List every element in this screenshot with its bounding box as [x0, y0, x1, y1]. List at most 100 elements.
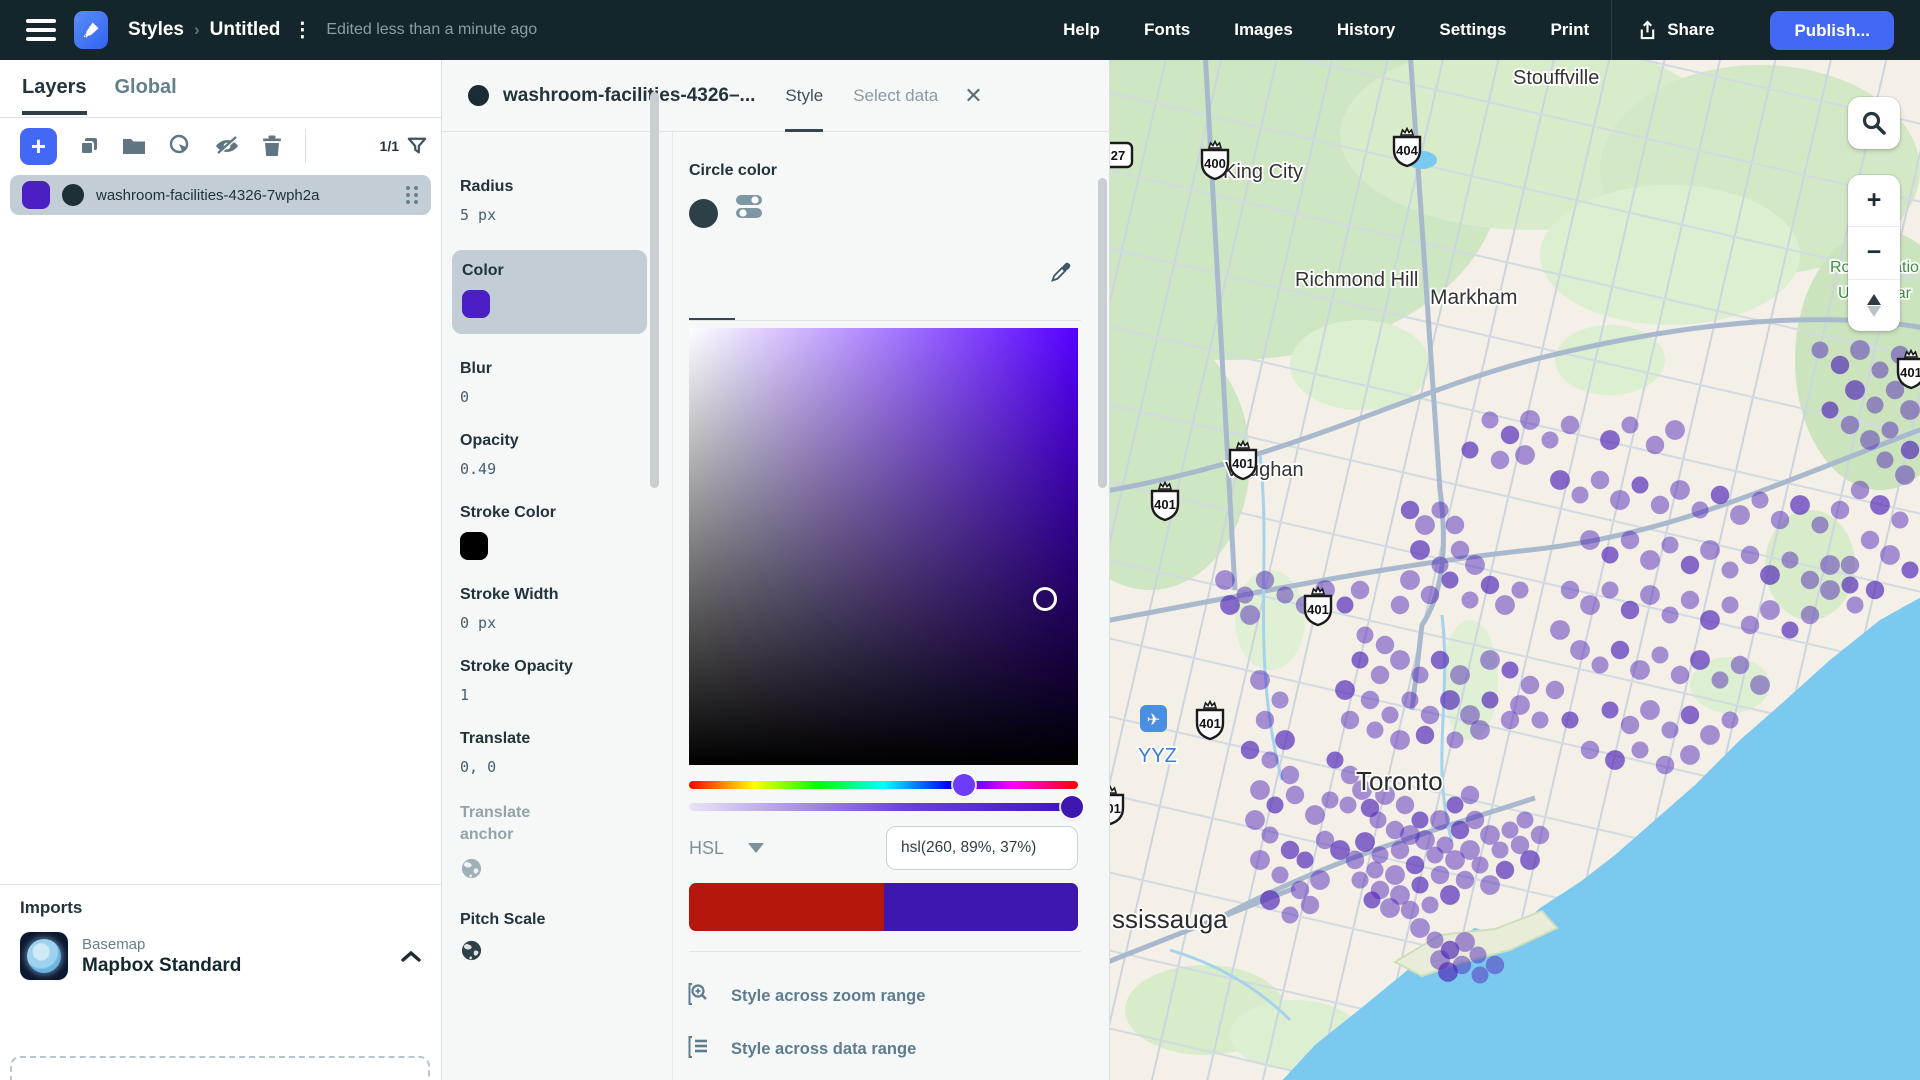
- washroom-dot[interactable]: [1367, 722, 1384, 739]
- washroom-dot[interactable]: [1390, 730, 1410, 750]
- washroom-dot[interactable]: [1895, 465, 1915, 485]
- washroom-dot[interactable]: [1845, 380, 1865, 400]
- washroom-dot[interactable]: [1646, 436, 1664, 454]
- washroom-dot[interactable]: [1681, 706, 1699, 724]
- washroom-dot[interactable]: [1297, 852, 1314, 869]
- washroom-dot[interactable]: [1461, 786, 1479, 804]
- washroom-dot[interactable]: [1352, 652, 1369, 669]
- washroom-dot[interactable]: [1822, 402, 1839, 419]
- washroom-dot[interactable]: [1337, 597, 1354, 614]
- washroom-dot[interactable]: [1256, 711, 1274, 729]
- washroom-dot[interactable]: [1662, 537, 1679, 554]
- washroom-dot[interactable]: [1491, 451, 1509, 469]
- washroom-dot[interactable]: [1455, 932, 1475, 952]
- washroom-dot[interactable]: [1731, 656, 1749, 674]
- eyedropper-icon[interactable]: [1045, 258, 1075, 293]
- washroom-dot[interactable]: [1262, 752, 1279, 769]
- washroom-dot[interactable]: [1310, 870, 1330, 890]
- tab-global[interactable]: Global: [115, 76, 177, 115]
- washroom-dot[interactable]: [1415, 515, 1435, 535]
- washroom-dot[interactable]: [1546, 681, 1564, 699]
- washroom-dot[interactable]: [1492, 842, 1509, 859]
- washroom-dot[interactable]: [1741, 616, 1759, 634]
- washroom-dot[interactable]: [1760, 565, 1780, 585]
- add-layer-button[interactable]: +: [20, 128, 57, 165]
- component-sliders-tab-icon[interactable]: [734, 191, 766, 228]
- washroom-dot[interactable]: [1820, 555, 1840, 575]
- washroom-dot[interactable]: [1262, 827, 1279, 844]
- washroom-dot[interactable]: [1602, 702, 1619, 719]
- washroom-dot[interactable]: [1690, 650, 1710, 670]
- property-opacity[interactable]: Opacity0.49: [460, 432, 672, 478]
- washroom-dot[interactable]: [1502, 662, 1519, 679]
- washroom-dot[interactable]: [1671, 666, 1689, 684]
- property-radius[interactable]: Radius5 px: [460, 178, 672, 224]
- washroom-dot[interactable]: [1662, 722, 1679, 739]
- washroom-dot[interactable]: [1662, 607, 1679, 624]
- menu-icon[interactable]: [26, 19, 56, 41]
- washroom-dot[interactable]: [1592, 657, 1609, 674]
- washroom-dot[interactable]: [1561, 581, 1579, 599]
- washroom-dot[interactable]: [1850, 340, 1870, 360]
- washroom-dot[interactable]: [1415, 830, 1435, 850]
- washroom-dot[interactable]: [1656, 756, 1674, 774]
- washroom-dot[interactable]: [1532, 712, 1549, 729]
- washroom-dot[interactable]: [1220, 595, 1240, 615]
- washroom-dot[interactable]: [1510, 695, 1530, 715]
- hide-layer-eye-off-icon[interactable]: [213, 134, 241, 158]
- washroom-dot[interactable]: [1651, 496, 1669, 514]
- select-on-map-icon[interactable]: [167, 133, 193, 159]
- washroom-dot[interactable]: [1512, 582, 1529, 599]
- washroom-dot[interactable]: [1385, 865, 1405, 885]
- washroom-dot[interactable]: [1521, 676, 1539, 694]
- washroom-dot[interactable]: [1892, 512, 1909, 529]
- washroom-dot[interactable]: [1451, 821, 1469, 839]
- washroom-dot[interactable]: [1496, 861, 1514, 879]
- washroom-dot[interactable]: [1450, 665, 1470, 685]
- washroom-dot[interactable]: [1680, 745, 1700, 765]
- drag-handle-icon[interactable]: [406, 186, 419, 204]
- tab-layers[interactable]: Layers: [22, 76, 87, 115]
- saturation-brightness-picker[interactable]: [689, 328, 1078, 765]
- washroom-dot[interactable]: [1396, 796, 1414, 814]
- washroom-dot[interactable]: [1382, 707, 1399, 724]
- washroom-dot[interactable]: [1301, 896, 1319, 914]
- washroom-dot[interactable]: [1741, 546, 1759, 564]
- washroom-dot[interactable]: [1275, 730, 1295, 750]
- washroom-dot[interactable]: [1502, 822, 1519, 839]
- style-across-zoom-range[interactable]: Style across zoom range: [687, 970, 1079, 1023]
- washroom-dot[interactable]: [1250, 780, 1270, 800]
- washroom-dot[interactable]: [1640, 700, 1660, 720]
- washroom-dot[interactable]: [1722, 562, 1739, 579]
- washroom-dot[interactable]: [1750, 675, 1770, 695]
- washroom-dot[interactable]: [1482, 412, 1499, 429]
- nav-settings[interactable]: Settings: [1439, 20, 1506, 40]
- alpha-slider[interactable]: [689, 803, 1078, 811]
- washroom-dot[interactable]: [1867, 397, 1884, 414]
- nav-print[interactable]: Print: [1550, 20, 1589, 40]
- washroom-dot[interactable]: [1371, 666, 1389, 684]
- washroom-dot[interactable]: [1447, 732, 1464, 749]
- washroom-dot[interactable]: [1812, 342, 1829, 359]
- washroom-dot[interactable]: [1730, 505, 1750, 525]
- style-across-data-range[interactable]: Style across data range: [687, 1023, 1079, 1076]
- washroom-dot[interactable]: [1801, 606, 1819, 624]
- washroom-dot[interactable]: [1401, 901, 1419, 919]
- washroom-dot[interactable]: [1901, 441, 1919, 459]
- washroom-dot[interactable]: [1341, 711, 1359, 729]
- washroom-dot[interactable]: [1801, 571, 1819, 589]
- washroom-dot[interactable]: [1692, 502, 1709, 519]
- washroom-dot[interactable]: [1550, 470, 1570, 490]
- washroom-dot[interactable]: [1782, 622, 1799, 639]
- washroom-dot[interactable]: [1482, 692, 1499, 709]
- washroom-dot[interactable]: [1401, 501, 1419, 519]
- delete-layer-trash-icon[interactable]: [261, 134, 283, 158]
- washroom-dot[interactable]: [1410, 540, 1430, 560]
- washroom-dot[interactable]: [1632, 477, 1649, 494]
- washroom-dot[interactable]: [1437, 837, 1454, 854]
- washroom-dot[interactable]: [1820, 580, 1840, 600]
- washroom-dot[interactable]: [1486, 956, 1504, 974]
- washroom-dot[interactable]: [1376, 636, 1394, 654]
- washroom-dot[interactable]: [1495, 595, 1515, 615]
- washroom-dot[interactable]: [1877, 452, 1894, 469]
